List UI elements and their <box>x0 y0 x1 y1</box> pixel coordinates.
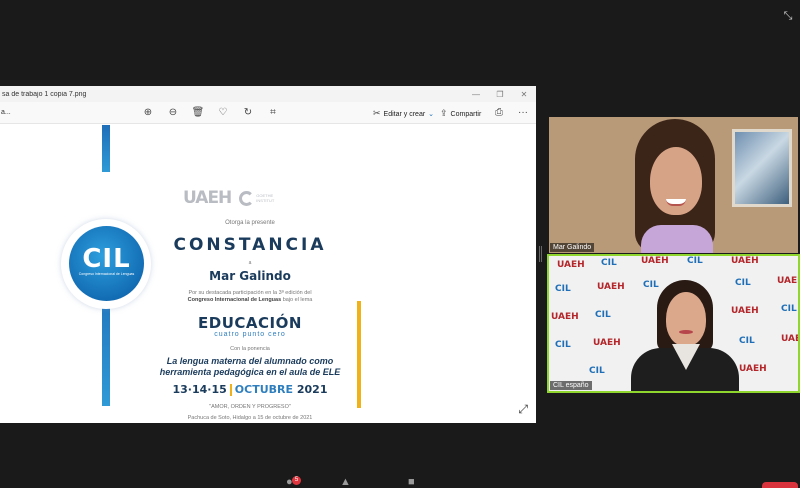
cert-ponencia: Con la ponencia <box>230 346 270 352</box>
crop-icon[interactable]: ⌗ <box>266 106 280 120</box>
banner-word: CIL <box>735 278 751 288</box>
cert-participation-rest: bajo el lema <box>281 297 313 303</box>
cil-logo-text: CIL <box>82 244 131 274</box>
zoom-out-icon[interactable]: ⊖ <box>166 106 180 120</box>
trash-icon[interactable]: 🗑 <box>191 106 205 120</box>
edit-icon: ✂ <box>373 108 381 118</box>
cert-a: a <box>248 260 252 266</box>
cert-participation-line2: Congreso Internacional de Lenguas bajo e… <box>140 297 360 303</box>
banner-word: UAEH <box>597 282 625 292</box>
share-screen-icon[interactable]: ■ <box>408 476 415 488</box>
wall-painting <box>732 129 792 207</box>
cert-recipient: Mar Galindo <box>209 269 291 283</box>
share-button[interactable]: ⇪ Compartir <box>440 106 481 120</box>
banner-word: UAEH <box>551 312 579 322</box>
minimize-icon[interactable]: — <box>464 90 488 99</box>
shared-screen: sa de trabajo 1 copia 7.png — ❐ ✕ a... ⊕… <box>0 86 536 423</box>
goethe-logo: GOETHE INSTITUT <box>239 190 275 206</box>
cert-participation-line1: Por su destacada participación en la 3ª … <box>188 290 312 296</box>
notification-badge: 5 <box>292 476 301 485</box>
print-icon[interactable]: ⎙ <box>492 106 506 120</box>
goethe-logo-line2: INSTITUT <box>256 198 275 203</box>
heart-icon[interactable]: ♡ <box>216 106 230 120</box>
rotate-icon[interactable]: ↻ <box>241 106 255 120</box>
banner-word: CIL <box>555 284 571 294</box>
date-separator <box>229 384 232 396</box>
banner-word: UAEH <box>731 256 759 266</box>
banner-word: CIL <box>601 258 617 268</box>
cert-otorga: Otorga la presente <box>225 220 275 226</box>
banner-word: UAEH <box>593 338 621 348</box>
banner-word: UAEH <box>557 260 585 270</box>
video-tile-mar-galindo[interactable]: Mar Galindo <box>549 117 798 253</box>
reactions-icon[interactable]: ▲ <box>340 476 351 488</box>
meeting-window: ⤡ sa de trabajo 1 copia 7.png — ❐ ✕ a...… <box>0 0 800 488</box>
viewer-window-title: sa de trabajo 1 copia 7.png <box>2 90 87 98</box>
cert-title: CONSTANCIA <box>173 235 327 255</box>
cert-dates: 13·14·15 OCTUBRE 2021 <box>140 383 360 396</box>
expand-icon[interactable]: ⤢ <box>518 402 528 417</box>
fullscreen-exit-icon[interactable]: ⤡ <box>780 8 796 24</box>
viewer-toolbar: a... ⊕ ⊖ 🗑 ♡ ↻ ⌗ ✂ Editar y crear ⌄ ⇪ Compa… <box>0 102 536 124</box>
meeting-controls: ● 5 ▲ ■ <box>0 474 800 488</box>
banner-word: UAEH <box>781 334 798 344</box>
cert-congress-name: Congreso Internacional de Lenguas <box>187 297 282 303</box>
cert-place-date: Pachuca de Soto, Hidalgo a 15 de octubre… <box>187 415 313 421</box>
video-feed <box>549 117 798 253</box>
video-tile-cil-espanol[interactable]: UAEH CIL UAEH CIL UAEH CIL UAEH CIL CIL … <box>547 254 800 393</box>
cert-month: OCTUBRE <box>234 383 294 396</box>
banner-word: UAEH <box>777 276 798 286</box>
cert-days: 13·14·15 <box>172 383 227 396</box>
goethe-circle-icon <box>239 190 255 206</box>
banner-word: CIL <box>643 280 659 290</box>
banner-word: UAEH <box>731 306 759 316</box>
cert-talk-title-line2: herramienta pedagógica en el aula de ELE <box>159 367 341 377</box>
edit-create-label: Editar y crear <box>383 111 426 118</box>
banner-word: CIL <box>589 366 605 376</box>
end-meeting-button[interactable] <box>762 482 798 488</box>
cert-year: 2021 <box>296 383 328 396</box>
decorative-bar-top <box>102 125 110 172</box>
edit-create-button[interactable]: ✂ Editar y crear ⌄ <box>373 106 434 120</box>
participant-name: CIL españo <box>550 381 592 390</box>
banner-word: UAEH <box>739 364 767 374</box>
banner-word: CIL <box>739 336 755 346</box>
certificate-image: CIL Congreso Internacional de Lenguas UA… <box>0 124 536 423</box>
chevron-down-icon: ⌄ <box>428 111 435 118</box>
banner-word: CIL <box>595 310 611 320</box>
share-icon: ⇪ <box>440 108 448 118</box>
viewer-titlebar: sa de trabajo 1 copia 7.png — ❐ ✕ <box>0 86 536 102</box>
maximize-icon[interactable]: ❐ <box>488 90 512 99</box>
banner-word: UAEH <box>641 256 669 266</box>
banner-word: CIL <box>555 340 571 350</box>
split-drag-handle[interactable] <box>539 246 542 262</box>
banner-word: CIL <box>687 256 703 266</box>
cert-theme: EDUCACIÓN <box>198 314 302 332</box>
institution-logos: UAEH GOETHE INSTITUT <box>183 188 293 208</box>
cert-theme-sub: cuatro punto cero <box>214 331 286 338</box>
cert-motto: "AMOR, ORDEN Y PROGRESO" <box>209 404 291 410</box>
back-label[interactable]: a... <box>1 109 11 116</box>
uaeh-logo: UAEH <box>183 188 232 208</box>
zoom-in-icon[interactable]: ⊕ <box>141 106 155 120</box>
cert-talk-title-line1: La lengua materna del alumnado como <box>166 356 334 366</box>
banner-word: CIL <box>781 304 797 314</box>
more-options-icon[interactable]: ··· <box>516 106 530 120</box>
close-icon[interactable]: ✕ <box>512 90 536 99</box>
cil-logo: CIL Congreso Internacional de Lenguas <box>69 226 144 301</box>
participant-name: Mar Galindo <box>550 243 595 252</box>
share-label: Compartir <box>450 111 482 118</box>
cil-logo-caption: Congreso Internacional de Lenguas <box>78 272 135 276</box>
